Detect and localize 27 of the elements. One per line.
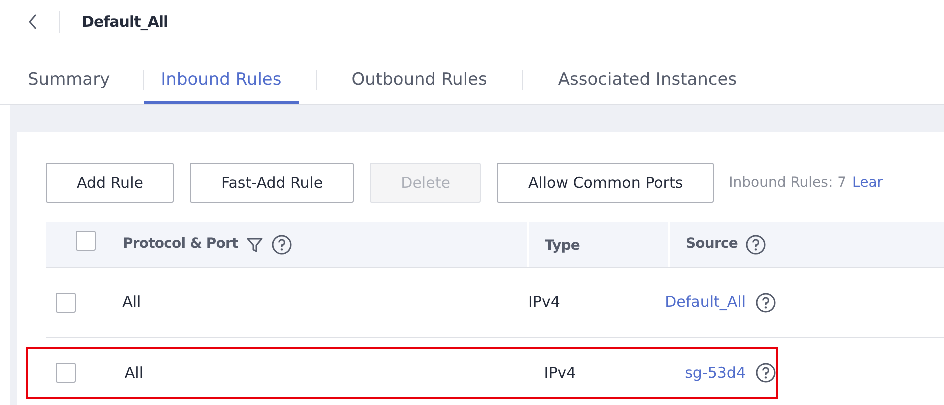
table-cell: All [124, 364, 144, 382]
learn-link[interactable]: Lear [852, 172, 884, 194]
table-cell: IPv4 [544, 364, 576, 382]
column-header[interactable]: Type [545, 236, 580, 256]
table-cell: All [122, 293, 142, 312]
tab[interactable]: Outbound Rules [316, 60, 522, 104]
toolbar-button[interactable]: Allow Common Ports [497, 163, 714, 203]
column-header[interactable]: Source [686, 234, 738, 255]
checkbox[interactable] [56, 292, 76, 312]
tab[interactable]: Associated Instances [523, 60, 772, 104]
source-link[interactable]: Default_All [665, 291, 746, 314]
rule-count: Inbound Rules: 7 [729, 174, 847, 192]
toolbar-button[interactable]: Fast-Add Rule [190, 163, 354, 203]
help-icon[interactable] [746, 234, 766, 254]
column-header[interactable]: Protocol & Port [123, 234, 238, 255]
source-link[interactable]: sg-53d4 [685, 362, 746, 384]
page-title: Default_All [82, 12, 168, 33]
checkbox[interactable] [56, 363, 76, 383]
table-cell: IPv4 [528, 293, 560, 312]
toolbar-button[interactable]: Add Rule [46, 163, 174, 203]
filter-icon[interactable] [246, 236, 264, 254]
help-icon[interactable] [756, 363, 776, 383]
back-icon[interactable] [27, 13, 39, 31]
tab[interactable]: Summary [28, 60, 144, 104]
help-icon[interactable] [272, 234, 292, 254]
help-icon[interactable] [756, 292, 776, 312]
checkbox[interactable] [76, 231, 96, 251]
